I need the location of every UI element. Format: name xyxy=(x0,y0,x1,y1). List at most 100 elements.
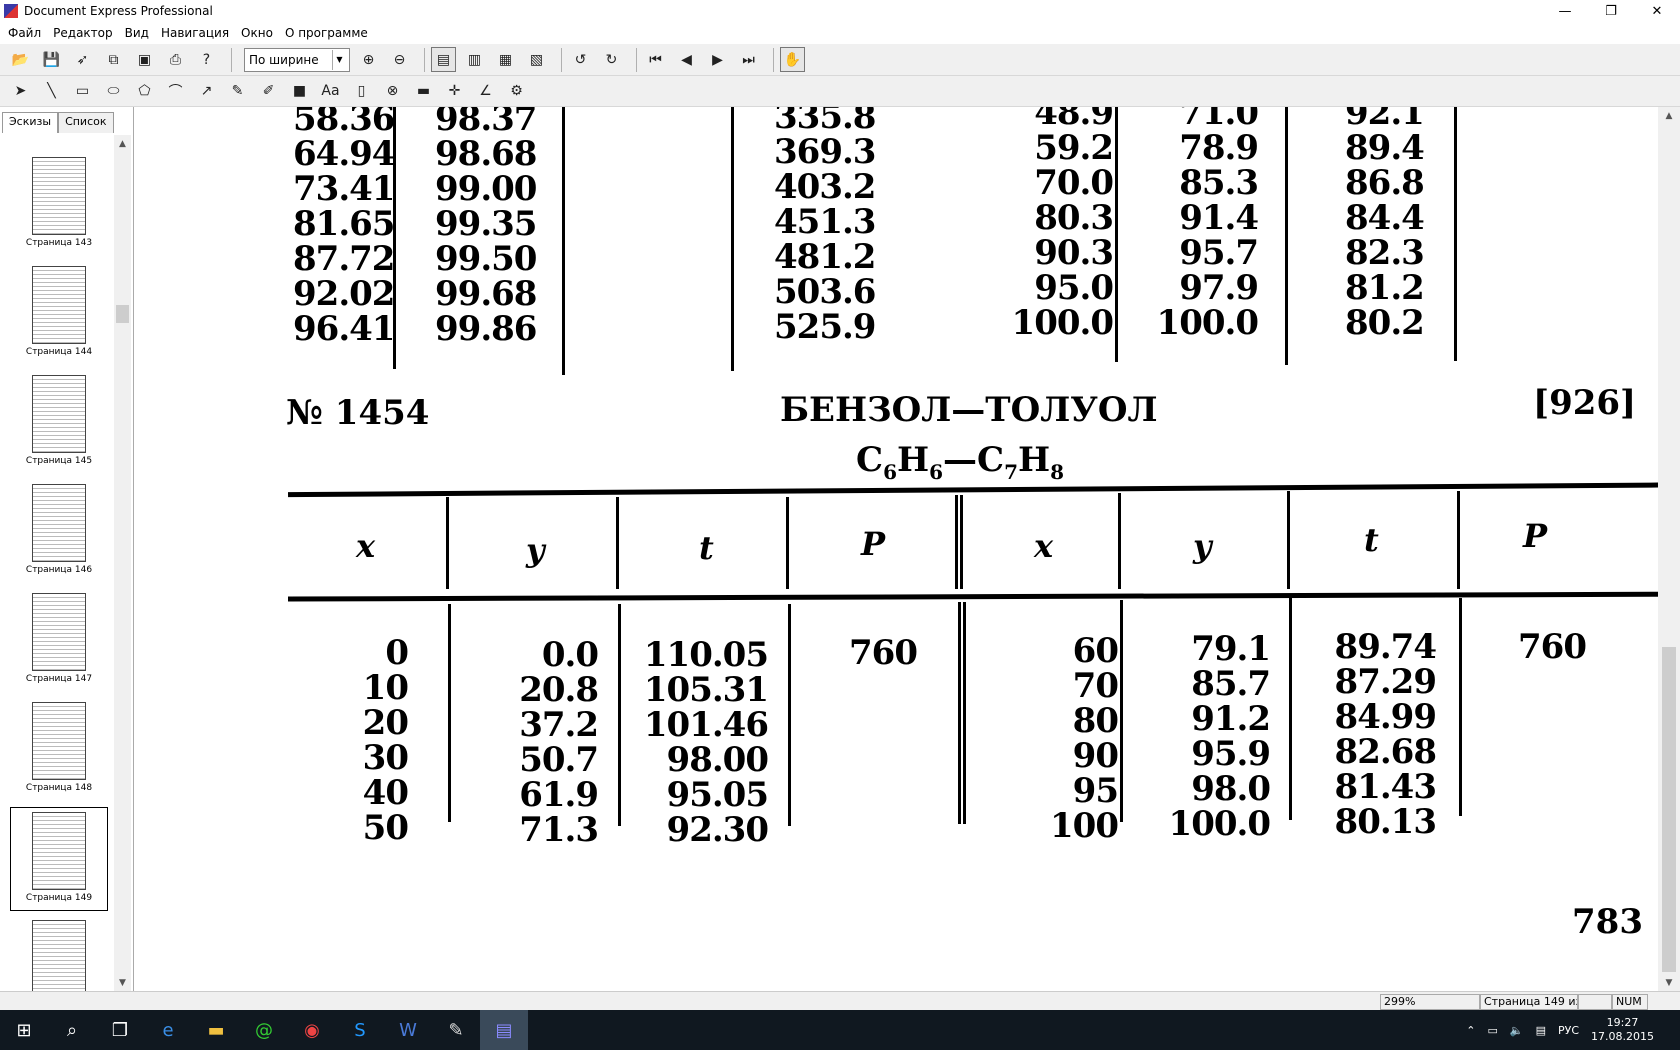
rotate-right-icon[interactable]: ↻ xyxy=(599,47,624,72)
line-icon[interactable]: ╲ xyxy=(39,79,64,104)
scroll-down-icon[interactable]: ▼ xyxy=(114,974,131,991)
prev-page-icon[interactable]: ◀ xyxy=(674,47,699,72)
maximize-button[interactable]: ❐ xyxy=(1588,0,1634,22)
table-cell: 95.9 xyxy=(1191,734,1271,774)
crosshair-icon[interactable]: ✛ xyxy=(442,79,467,104)
ruler-icon[interactable]: ▬ xyxy=(411,79,436,104)
table-cell: 100 xyxy=(1050,806,1119,846)
table-cell: 92.30 xyxy=(666,810,769,850)
menu-view[interactable]: Вид xyxy=(119,26,155,40)
language-indicator[interactable]: РУС xyxy=(1558,1024,1579,1037)
thumbnail-page-148[interactable]: Страница 148 xyxy=(10,698,108,802)
scroll-down-icon[interactable]: ▼ xyxy=(1658,974,1680,991)
freehand-icon[interactable]: ✎ xyxy=(225,79,250,104)
arrow-icon[interactable]: ↗ xyxy=(194,79,219,104)
chrome-icon[interactable]: ◉ xyxy=(288,1010,336,1050)
edge-icon[interactable]: e xyxy=(144,1010,192,1050)
menu-about[interactable]: О программе xyxy=(279,26,374,40)
scroll-thumb[interactable] xyxy=(116,305,129,323)
filled-rect-icon[interactable]: ■ xyxy=(287,79,312,104)
last-page-icon[interactable]: ⏭ xyxy=(736,47,761,72)
next-page-icon[interactable]: ▶ xyxy=(705,47,730,72)
table-cell: 95 xyxy=(1072,771,1119,811)
start-icon[interactable]: ⊞ xyxy=(0,1010,48,1050)
text-icon[interactable]: Aa xyxy=(318,79,343,104)
scan-icon[interactable]: ➶ xyxy=(70,47,95,72)
settings-icon[interactable]: ⚙ xyxy=(504,79,529,104)
clock[interactable]: 19:27 17.08.2015 xyxy=(1585,1016,1660,1044)
chevron-up-icon[interactable]: ⌃ xyxy=(1466,1024,1475,1037)
ellipse-icon[interactable]: ⬭ xyxy=(101,79,126,104)
pointer-icon[interactable]: ➤ xyxy=(8,79,33,104)
scroll-up-icon[interactable]: ▲ xyxy=(1658,107,1680,124)
page-fit-icon[interactable]: ▥ xyxy=(462,47,487,72)
thumbnail-page-149[interactable]: Страница 149 xyxy=(10,807,108,911)
search-icon[interactable]: ⌕ xyxy=(48,1010,96,1050)
zoom-select[interactable]: По ширине ▼ xyxy=(244,47,350,72)
open-folder-icon[interactable]: 📂 xyxy=(8,47,33,72)
scroll-thumb[interactable] xyxy=(1662,647,1676,972)
thumbnail-page-146[interactable]: Страница 146 xyxy=(10,480,108,584)
column-header-p: P xyxy=(861,525,886,563)
table-cell: 10 xyxy=(362,668,409,708)
note-icon[interactable]: ▯ xyxy=(349,79,374,104)
menu-window[interactable]: Окно xyxy=(235,26,279,40)
table-cell: 85.3 xyxy=(1179,163,1259,203)
table-cell: 84.99 xyxy=(1334,697,1437,737)
tab-list[interactable]: Список xyxy=(58,112,114,133)
page-view-icon[interactable]: ▤ xyxy=(431,47,456,72)
angle-icon[interactable]: ∠ xyxy=(473,79,498,104)
thumbnail-image xyxy=(32,157,86,235)
polygon-icon[interactable]: ⬠ xyxy=(132,79,157,104)
minimize-button[interactable]: — xyxy=(1542,0,1588,22)
notification-icon[interactable]: ▤ xyxy=(1536,1024,1546,1037)
network-icon[interactable]: ▭ xyxy=(1487,1024,1497,1037)
highlighter-icon[interactable]: ✐ xyxy=(256,79,281,104)
help-icon[interactable]: ? xyxy=(194,47,219,72)
menu-editor[interactable]: Редактор xyxy=(47,26,118,40)
document-scrollbar[interactable]: ▲ ▼ xyxy=(1658,107,1680,991)
thumbnail-page-143[interactable]: Страница 143 xyxy=(10,153,108,257)
export-icon[interactable]: ▣ xyxy=(132,47,157,72)
tab-thumbnails[interactable]: Эскизы xyxy=(2,112,59,133)
skype-icon[interactable]: S xyxy=(336,1010,384,1050)
copy-icon[interactable]: ⧉ xyxy=(101,47,126,72)
table-rule xyxy=(1287,491,1290,589)
table-rule xyxy=(1285,107,1288,365)
print-icon[interactable]: ⎙ xyxy=(163,47,188,72)
word-icon[interactable]: W xyxy=(384,1010,432,1050)
document-express-icon[interactable]: ▤ xyxy=(480,1010,528,1050)
zoom-out-icon[interactable]: ⊖ xyxy=(387,47,412,72)
thumbnail-page-144[interactable]: Страница 144 xyxy=(10,262,108,366)
clock-time: 19:27 xyxy=(1606,1016,1639,1029)
volume-icon[interactable]: 🔈 xyxy=(1510,1024,1524,1037)
table-cell: 90 xyxy=(1072,736,1119,776)
page-properties-icon[interactable]: ▧ xyxy=(524,47,549,72)
sidebar-scrollbar[interactable]: ▲ ▼ xyxy=(114,135,131,991)
zoom-in-icon[interactable]: ⊕ xyxy=(356,47,381,72)
hand-tool-icon[interactable]: ✋ xyxy=(780,47,805,72)
close-button[interactable]: ✕ xyxy=(1634,0,1680,22)
menu-file[interactable]: Файл xyxy=(2,26,47,40)
table-cell: 79.1 xyxy=(1191,629,1271,669)
thumbnail-page-150[interactable] xyxy=(10,916,108,991)
page-width-icon[interactable]: ▦ xyxy=(493,47,518,72)
rotate-left-icon[interactable]: ↺ xyxy=(568,47,593,72)
save-icon[interactable]: 💾 xyxy=(39,47,64,72)
polyline-icon[interactable]: ⌒ xyxy=(163,79,188,104)
paint-icon[interactable]: ✎ xyxy=(432,1010,480,1050)
toolbar-separator xyxy=(773,47,774,72)
rectangle-icon[interactable]: ▭ xyxy=(70,79,95,104)
thumbnail-page-147[interactable]: Страница 147 xyxy=(10,589,108,693)
thumbnail-page-145[interactable]: Страница 145 xyxy=(10,371,108,475)
table-cell: 91.4 xyxy=(1179,198,1259,238)
menu-navigation[interactable]: Навигация xyxy=(155,26,235,40)
task-view-icon[interactable]: ❐ xyxy=(96,1010,144,1050)
table-cell: 70 xyxy=(1072,666,1119,706)
scroll-up-icon[interactable]: ▲ xyxy=(114,135,131,152)
first-page-icon[interactable]: ⏮ xyxy=(643,47,668,72)
stamp-icon[interactable]: ⊗ xyxy=(380,79,405,104)
mail-agent-icon[interactable]: @ xyxy=(240,1010,288,1050)
explorer-icon[interactable]: ▬ xyxy=(192,1010,240,1050)
document-view[interactable]: 58.36 64.94 73.41 81.65 87.72 92.02 96.4… xyxy=(138,107,1658,991)
